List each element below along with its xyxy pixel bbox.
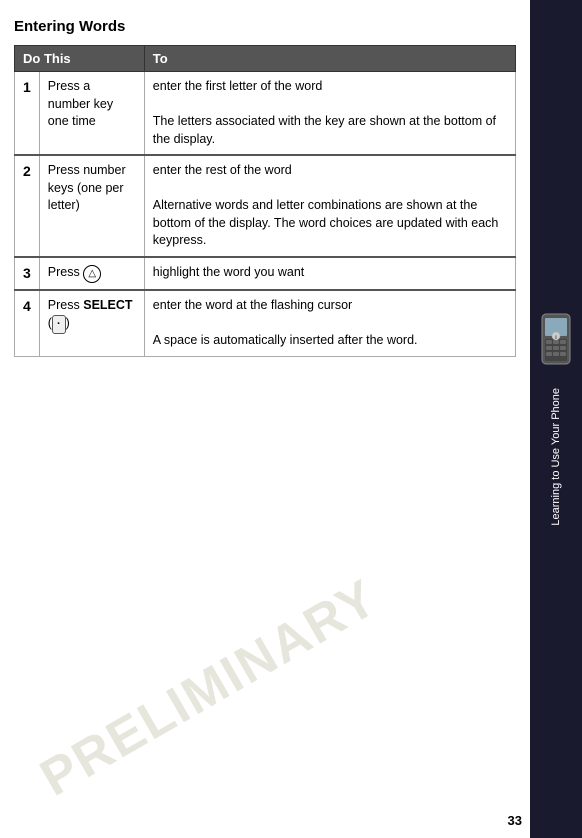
table-header-row: Do This To bbox=[15, 46, 516, 72]
right-sidebar: i Learning to Use Your Phone bbox=[530, 0, 582, 838]
step-4-action: Press SELECT (·) bbox=[39, 290, 144, 356]
step-1-result: enter the first letter of the word The l… bbox=[144, 72, 515, 156]
step-number-3: 3 bbox=[15, 257, 40, 291]
step-number-1: 1 bbox=[15, 72, 40, 156]
step-2-action: Press number keys (one per letter) bbox=[39, 155, 144, 257]
sidebar-label: Learning to Use Your Phone bbox=[549, 388, 563, 526]
table-row: 3 Press △ highlight the word you want bbox=[15, 257, 516, 291]
main-content: Entering Words Do This To 1 Press a numb… bbox=[0, 0, 530, 838]
phone-icon-container: i bbox=[538, 313, 574, 368]
step-number-2: 2 bbox=[15, 155, 40, 257]
phone-icon: i bbox=[538, 313, 574, 365]
page-number: 33 bbox=[508, 813, 522, 828]
page-title: Entering Words bbox=[14, 18, 516, 35]
step-number-4: 4 bbox=[15, 290, 40, 356]
table-row: 1 Press a number key one time enter the … bbox=[15, 72, 516, 156]
table-row: 4 Press SELECT (·) enter the word at the… bbox=[15, 290, 516, 356]
instruction-table: Do This To 1 Press a number key one time… bbox=[14, 45, 516, 357]
table-row: 2 Press number keys (one per letter) ent… bbox=[15, 155, 516, 257]
col-header-do-this: Do This bbox=[15, 46, 145, 72]
step-3-action: Press △ bbox=[39, 257, 144, 291]
col-header-to: To bbox=[144, 46, 515, 72]
step-4-result: enter the word at the flashing cursor A … bbox=[144, 290, 515, 356]
step-3-result: highlight the word you want bbox=[144, 257, 515, 291]
page-container: Entering Words Do This To 1 Press a numb… bbox=[0, 0, 582, 838]
step-1-action: Press a number key one time bbox=[39, 72, 144, 156]
select-key-symbol: · bbox=[52, 315, 66, 334]
step-2-result: enter the rest of the word Alternative w… bbox=[144, 155, 515, 257]
select-label: SELECT bbox=[83, 298, 132, 312]
nav-circle-icon: △ bbox=[83, 265, 101, 283]
